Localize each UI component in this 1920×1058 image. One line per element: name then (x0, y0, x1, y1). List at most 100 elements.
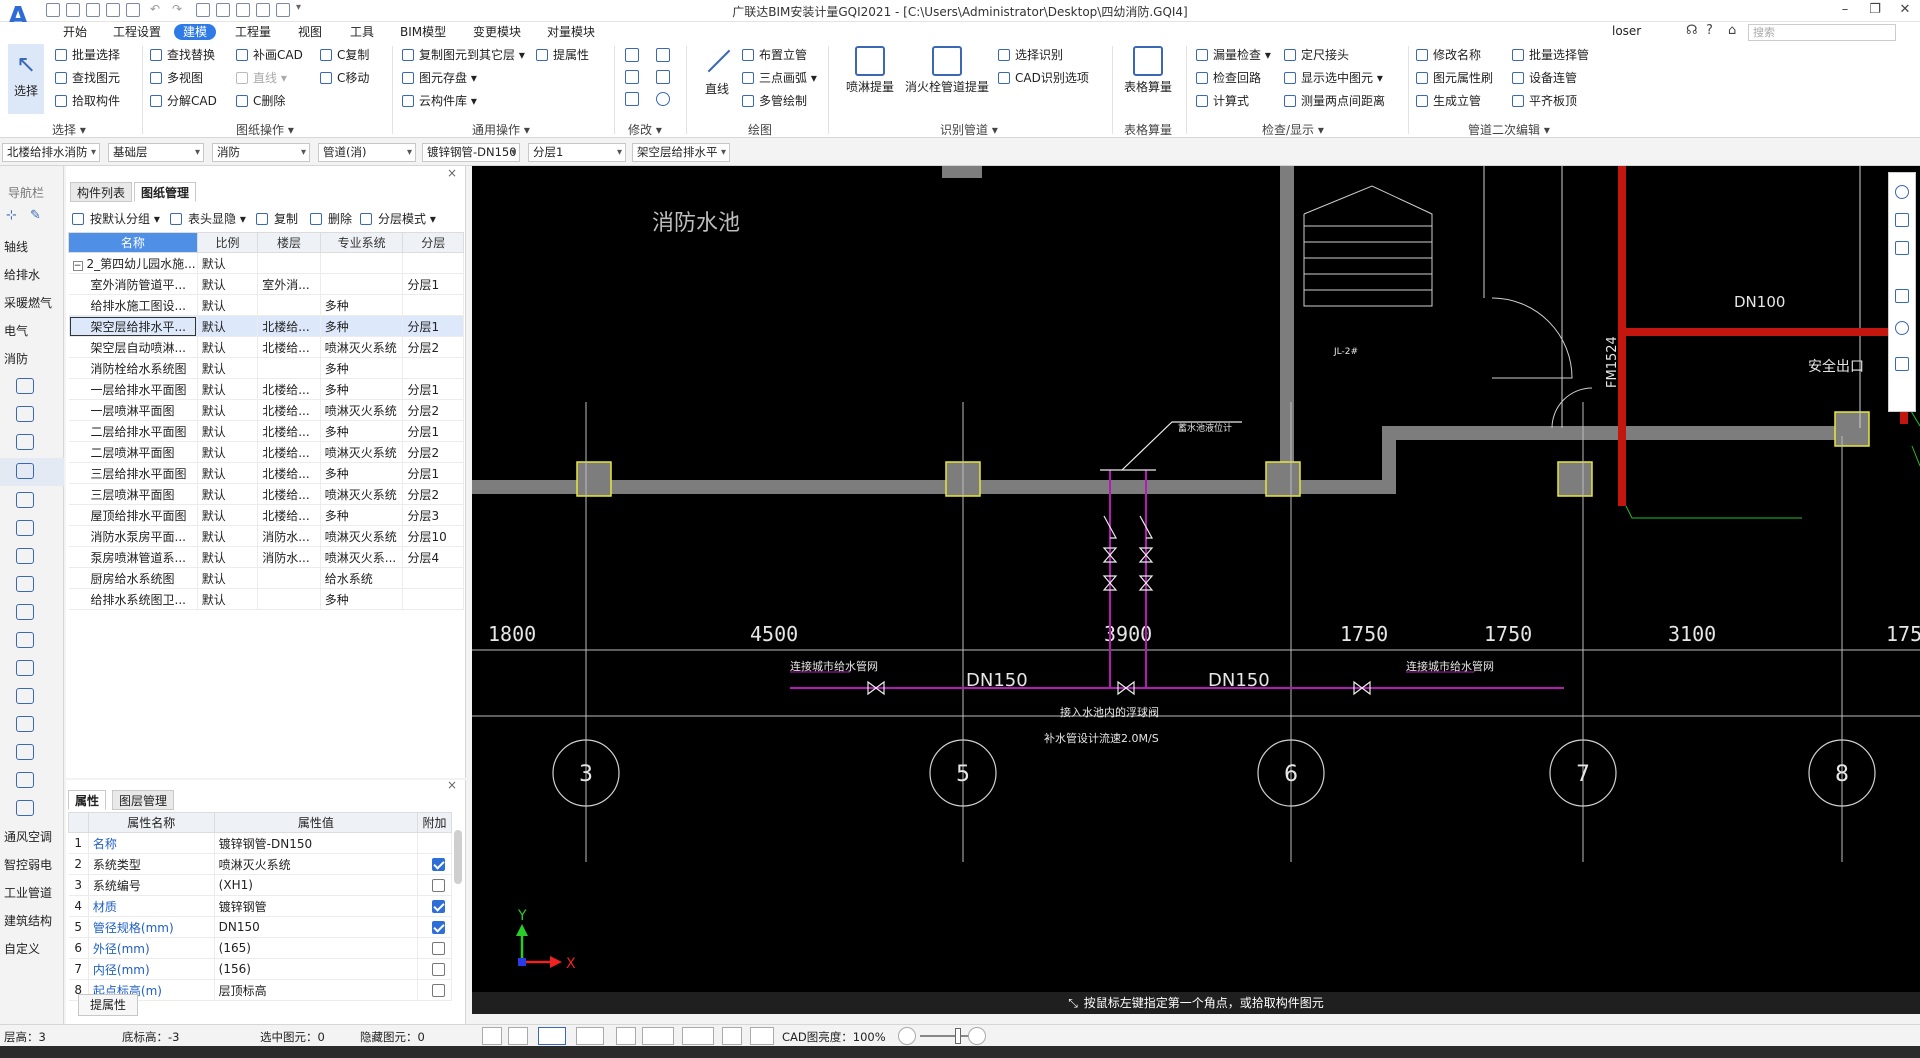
props-close-icon[interactable]: × (447, 778, 461, 792)
help-icon[interactable]: ? (1706, 23, 1713, 38)
col-floor[interactable]: 楼层 (257, 232, 321, 253)
extra-checkbox[interactable] (432, 963, 446, 976)
missing-check-button[interactable]: 漏量检查 ▾ (1196, 46, 1271, 64)
brightness-slider-thumb[interactable] (955, 1028, 961, 1044)
component-type-select[interactable]: 管道(消) (318, 143, 416, 162)
fire-pump-icon[interactable] (16, 434, 34, 450)
property-row[interactable]: 6 外径(mm) (165) (68, 937, 452, 959)
close-button[interactable]: ✕ (1890, 0, 1920, 22)
tab-layer-management[interactable]: 图层管理 (112, 790, 175, 810)
drawing-row[interactable]: 消防水泵房平面... 默认 消防水... 喷淋灭火系统 分层10 (68, 525, 464, 547)
menu-start[interactable]: 开始 (63, 24, 87, 40)
copy-to-floor-button[interactable]: 复制图元到其它层 ▾ (402, 46, 525, 64)
place-riser-button[interactable]: 布置立管 (742, 46, 807, 64)
extract-props-footer-button[interactable]: 提属性 (78, 994, 138, 1016)
drawing-row[interactable]: 三层给排水平面图 默认 北楼给... 多种 分层1 (68, 462, 464, 484)
sprinkler-head-icon[interactable] (16, 406, 34, 422)
tab-properties[interactable]: 属性 (68, 790, 107, 810)
rename-button[interactable]: 修改名称 (1416, 46, 1481, 64)
cad-recognize-options-button[interactable]: CAD识别选项 (998, 69, 1089, 87)
orbit-icon[interactable] (1895, 185, 1909, 199)
property-row[interactable]: 1 名称 镀锌钢管-DN150 (68, 832, 452, 854)
discipline-select[interactable]: 消防 (212, 143, 310, 162)
c-move-button[interactable]: C移动 (320, 69, 369, 87)
property-value[interactable]: 喷淋灭火系统 (214, 853, 419, 875)
property-value[interactable]: 镀锌钢管 (214, 895, 419, 917)
show-selected-button[interactable]: 显示选中图元 ▾ (1284, 69, 1383, 87)
drawing-row[interactable]: 厨房给水系统图 默认 给水系统 (68, 567, 464, 589)
draw-line-button[interactable]: 直线 (700, 44, 734, 97)
tab-drawing-management[interactable]: 图纸管理 (134, 182, 197, 202)
view-3d-icon[interactable] (1895, 213, 1909, 227)
col-name[interactable]: 名称 (68, 232, 198, 253)
find-replace-button[interactable]: 查找替换 (150, 46, 215, 64)
zoom-out-icon[interactable] (898, 1027, 916, 1045)
bracket-icon[interactable] (16, 604, 34, 620)
property-row[interactable]: 2 系统类型 喷淋灭火系统 (68, 853, 452, 875)
valve-icon[interactable] (16, 492, 34, 508)
header-toggle-button[interactable]: 表头显隐 ▾ (170, 210, 246, 228)
cloud-library-button[interactable]: 云构件库 ▾ (402, 92, 477, 110)
extract-props-button[interactable]: 提属性 (536, 46, 589, 64)
col-scale[interactable]: 比例 (196, 232, 259, 253)
sprinkler-takeoff-button[interactable]: 喷淋提量 (842, 44, 898, 95)
copy-drawing-button[interactable]: 复制 (256, 210, 298, 228)
drawing-row[interactable]: 给排水施工图设... 默认 多种 (68, 294, 464, 316)
trash-icon[interactable] (625, 92, 639, 106)
skin-icon[interactable]: ⌂ (1728, 23, 1736, 38)
drawing-row[interactable]: 泵房喷淋管道系... 默认 消防水... 喷淋灭火系... 分层4 (68, 546, 464, 568)
minimize-button[interactable]: – (1830, 0, 1860, 22)
drawing-row[interactable]: 架空层自动喷淋... 默认 北楼给... 喷淋灭火系统 分层2 (68, 336, 464, 358)
explode-cad-button[interactable]: 分解CAD (150, 92, 217, 110)
project-select[interactable]: 北楼给排水消防 (2, 143, 100, 162)
component-icon[interactable] (16, 716, 34, 732)
nav-item-building-structure[interactable]: 建筑结构 (0, 908, 64, 934)
drawing-row[interactable]: 消防栓给水系统图 默认 多种 (68, 357, 464, 379)
fitting-icon[interactable] (16, 520, 34, 536)
angle-toggle-icon[interactable] (642, 1027, 674, 1045)
connector-icon[interactable] (16, 744, 34, 760)
nav-pin-icon[interactable]: ⊹ (6, 208, 17, 223)
drawing-row[interactable]: 二层喷淋平面图 默认 北楼给... 喷淋灭火系统 分层2 (68, 441, 464, 463)
refresh-view-icon[interactable] (1895, 321, 1909, 335)
tab-component-list[interactable]: 构件列表 (70, 182, 133, 202)
custom-line-icon[interactable] (16, 800, 34, 816)
attr-brush-button[interactable]: 图元属性刷 (1416, 69, 1493, 87)
nav-item-pipe-selected[interactable] (0, 458, 64, 486)
c-delete-button[interactable]: C删除 (236, 92, 285, 110)
drawing-select[interactable]: 架空层给排水平 (632, 143, 730, 162)
nav-item-electrical[interactable]: 电气 (0, 318, 64, 344)
cube-view-icon[interactable] (1895, 241, 1909, 255)
drawing-row[interactable]: 室外消防管道平... 默认 室外消... 分层1 (68, 273, 464, 295)
sleeve-icon[interactable] (16, 660, 34, 676)
property-value[interactable]: DN150 (214, 916, 419, 938)
drawing-row[interactable]: 屋顶给排水平面图 默认 北楼给... 多种 分层3 (68, 504, 464, 526)
batch-select-pipe-button[interactable]: 批量选择管 (1512, 46, 1589, 64)
rotate-icon[interactable] (656, 92, 670, 106)
nav-item-hvac[interactable]: 通风空调 (0, 824, 64, 850)
box-view-icon[interactable] (1895, 289, 1909, 303)
select-tool-button[interactable]: ↖ 选择 (8, 44, 44, 114)
component-select[interactable]: 镀锌钢管-DN150 (422, 143, 520, 162)
property-row[interactable]: 4 材质 镀锌钢管 (68, 895, 452, 917)
measure-distance-button[interactable]: 测量两点间距离 (1284, 92, 1385, 110)
user-name[interactable]: loser (1612, 24, 1641, 38)
align-slab-top-button[interactable]: 平齐板顶 (1512, 92, 1577, 110)
menu-modeling[interactable]: 建模 (174, 24, 217, 40)
support-icon[interactable] (16, 688, 34, 704)
collapse-icon[interactable]: − (72, 260, 83, 271)
move-element-icon[interactable] (625, 70, 639, 84)
multi-view-button[interactable]: 多视图 (150, 69, 203, 87)
menu-tools[interactable]: 工具 (350, 24, 374, 40)
grid-toggle-icon[interactable] (482, 1027, 502, 1045)
layer-toggle-icon[interactable] (722, 1027, 742, 1045)
select-mode-icon[interactable] (538, 1027, 566, 1045)
ortho-toggle-icon[interactable] (508, 1027, 528, 1045)
menu-quantities[interactable]: 工程量 (235, 24, 271, 40)
menu-change-module[interactable]: 变更模块 (473, 24, 521, 40)
settings-view-icon[interactable] (1895, 357, 1909, 371)
formula-button[interactable]: 计算式 (1196, 92, 1249, 110)
headset-icon[interactable]: ☊ (1686, 23, 1698, 38)
panel-close-icon[interactable]: × (447, 166, 461, 180)
menu-project-settings[interactable]: 工程设置 (113, 24, 161, 40)
